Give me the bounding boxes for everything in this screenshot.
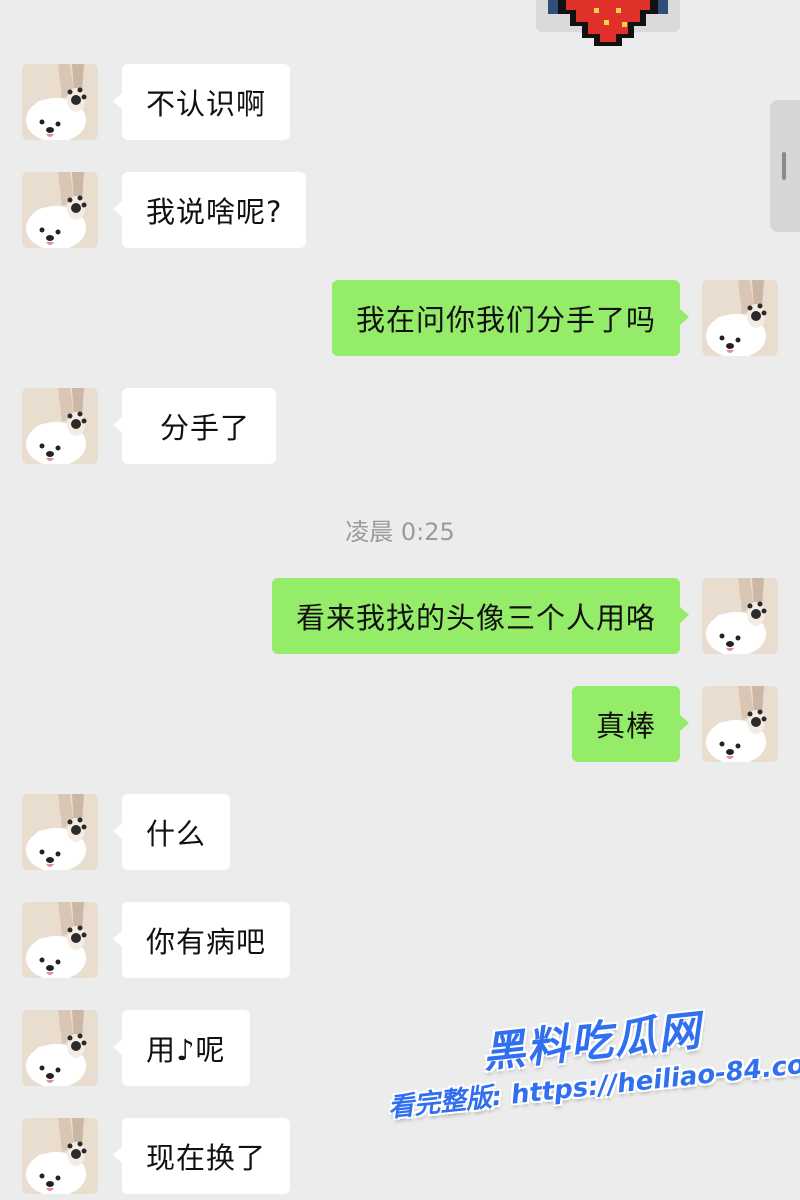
dog-avatar-icon <box>702 280 778 356</box>
incoming-message-bubble[interactable]: 我说啥呢? <box>112 172 307 248</box>
message-text: 你有病吧 <box>146 925 267 959</box>
dog-avatar-icon <box>22 172 98 248</box>
outgoing-message-bubble[interactable]: 真棒 <box>571 686 690 762</box>
contact-avatar[interactable] <box>22 794 98 870</box>
dog-avatar-icon <box>22 794 98 870</box>
incoming-message-bubble[interactable]: 现在换了 <box>112 1118 291 1194</box>
scroll-grip-icon <box>782 152 786 180</box>
scroll-handle[interactable] <box>770 100 800 232</box>
message-text: 看来我找的头像三个人用咯 <box>295 601 656 635</box>
self-avatar[interactable] <box>702 280 778 356</box>
message-text: 真棒 <box>595 709 656 743</box>
incoming-message-bubble[interactable]: 用♪呢 <box>113 1010 250 1086</box>
contact-avatar[interactable] <box>22 388 98 464</box>
watermark: 黑料吃瓜网 看完整版: https://heiliao-84.com <box>380 987 800 1169</box>
message-text: 用♪呢 <box>146 1033 226 1067</box>
outgoing-message-bubble[interactable]: 我在问你我们分手了吗 <box>331 280 690 356</box>
dog-avatar-icon <box>702 686 778 762</box>
dog-avatar-icon <box>22 388 98 464</box>
incoming-message-bubble[interactable]: 你有病吧 <box>112 902 291 978</box>
message-text: 不认识啊 <box>146 87 267 121</box>
contact-avatar[interactable] <box>22 1118 98 1194</box>
contact-avatar[interactable] <box>22 1010 98 1086</box>
chat-timestamp: 凌晨 0:25 <box>345 518 455 546</box>
dog-avatar-icon <box>702 578 778 654</box>
contact-avatar[interactable] <box>22 902 98 978</box>
incoming-message-bubble[interactable]: 什么 <box>112 794 231 870</box>
message-text: 我在问你我们分手了吗 <box>355 303 656 337</box>
contact-avatar[interactable] <box>22 172 98 248</box>
outgoing-message-bubble[interactable]: 看来我找的头像三个人用咯 <box>271 578 690 654</box>
incoming-message-bubble[interactable]: 分手了 <box>112 388 277 464</box>
incoming-message-bubble[interactable]: 不认识啊 <box>112 64 291 140</box>
message-text: 现在换了 <box>146 1141 267 1175</box>
self-avatar[interactable] <box>702 578 778 654</box>
dog-avatar-icon <box>22 1118 98 1194</box>
message-text: 我说啥呢? <box>146 195 283 229</box>
message-text: 什么 <box>146 817 207 851</box>
message-text: 分手了 <box>160 411 251 445</box>
dog-avatar-icon <box>22 1010 98 1086</box>
sticker-message[interactable] <box>536 0 680 46</box>
strawberry-sticker-icon <box>548 0 668 46</box>
dog-avatar-icon <box>22 64 98 140</box>
self-avatar[interactable] <box>702 686 778 762</box>
dog-avatar-icon <box>22 902 98 978</box>
contact-avatar[interactable] <box>22 64 98 140</box>
